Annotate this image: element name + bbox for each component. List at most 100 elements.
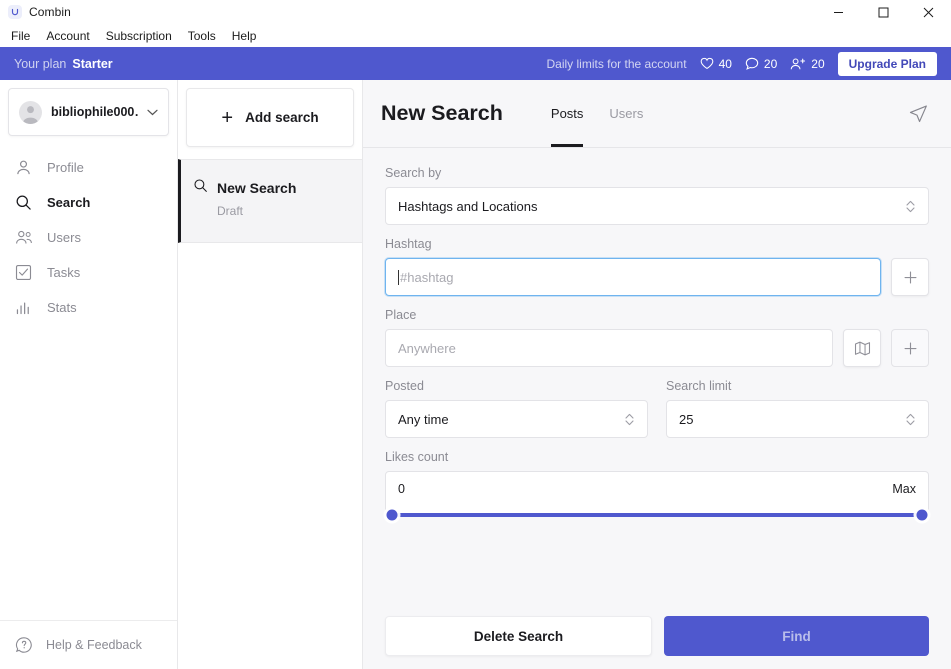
limit-comments: 20	[745, 57, 777, 71]
combin-logo-icon	[8, 5, 22, 19]
limit-likes-value: 40	[718, 56, 732, 71]
list-item[interactable]: New Search Draft	[178, 159, 362, 243]
menu-bar: File Account Subscription Tools Help	[0, 24, 951, 47]
add-search-label: Add search	[245, 110, 319, 125]
limit-likes: 40	[700, 57, 732, 71]
limit-follows-value: 20	[811, 56, 825, 71]
title-bar: Combin	[0, 0, 951, 24]
hashtag-placeholder: #hashtag	[400, 269, 454, 285]
search-item-title: New Search	[217, 180, 297, 196]
tab-users[interactable]: Users	[609, 80, 643, 147]
limit-comments-value: 20	[763, 56, 778, 71]
slider-end-labels: 0 Max	[398, 482, 916, 496]
likes-count-min: 0	[398, 482, 405, 496]
limit-follows: 20	[790, 56, 825, 71]
search-icon	[14, 193, 33, 212]
posted-select[interactable]: Any time	[385, 400, 648, 438]
main-header: New Search Posts Users	[363, 80, 951, 148]
sidebar-item-users[interactable]: Users	[0, 220, 177, 255]
likes-count-slider[interactable]: 0 Max	[385, 471, 929, 521]
slider-handle-max[interactable]	[916, 509, 928, 521]
search-item-header: New Search	[193, 178, 350, 198]
posted-label: Posted	[385, 379, 424, 393]
menu-item-account[interactable]: Account	[38, 27, 97, 45]
field-search-limit: Search limit 25	[666, 379, 929, 438]
account-name: bibliophile000…	[51, 105, 138, 119]
hashtag-label: Hashtag	[385, 237, 432, 251]
map-picker-button[interactable]	[843, 329, 881, 367]
place-label: Place	[385, 308, 417, 322]
search-by-select[interactable]: Hashtags and Locations	[385, 187, 929, 225]
hashtag-input[interactable]: #hashtag	[385, 258, 881, 296]
combin-app-window: Combin File Account Subscription Tools H…	[0, 0, 951, 669]
field-posted: Posted Any time	[385, 379, 648, 438]
slider-track[interactable]	[386, 509, 928, 521]
comment-icon	[745, 57, 759, 71]
delete-search-button[interactable]: Delete Search	[385, 616, 652, 656]
plus-icon	[904, 342, 916, 354]
chevron-down-icon[interactable]	[147, 103, 158, 121]
plan-info: Your plan Starter	[14, 57, 113, 71]
chevron-updown-icon	[905, 199, 916, 214]
maximize-icon[interactable]	[861, 0, 906, 24]
likes-count-max: Max	[892, 482, 916, 496]
search-by-label: Search by	[385, 166, 442, 180]
field-likes-count: Likes count 0 Max	[385, 450, 929, 521]
text-caret	[398, 269, 399, 285]
search-form: Search by Hashtags and Locations Hashtag	[363, 148, 951, 602]
tab-posts[interactable]: Posts	[550, 80, 584, 147]
find-button[interactable]: Find	[664, 616, 929, 656]
menu-item-help[interactable]: Help	[224, 27, 265, 45]
slider-handle-min[interactable]	[386, 509, 398, 521]
minimize-icon[interactable]	[816, 0, 861, 24]
upgrade-plan-button[interactable]: Upgrade Plan	[837, 51, 937, 76]
sidebar-item-search[interactable]: Search	[0, 185, 177, 220]
plan-bar: Your plan Starter Daily limits for the a…	[0, 47, 951, 80]
add-place-button[interactable]	[891, 329, 929, 367]
add-search-button[interactable]: + Add search	[186, 88, 354, 147]
sidebar-item-stats[interactable]: Stats	[0, 290, 177, 325]
field-search-by: Search by Hashtags and Locations	[385, 166, 929, 225]
add-hashtag-button[interactable]	[891, 258, 929, 296]
form-actions: Delete Search Find	[363, 602, 951, 669]
sidebar-item-users-label: Users	[47, 230, 81, 245]
limit-group: 40 20 20	[700, 57, 825, 71]
plus-icon: +	[221, 106, 234, 129]
likes-count-label: Likes count	[385, 450, 449, 464]
plan-label: Your plan	[14, 56, 67, 71]
follow-user-icon	[790, 57, 806, 71]
app-body: bibliophile000… Profile Search Users Tas…	[0, 80, 951, 669]
posted-value: Any time	[398, 411, 449, 427]
users-icon	[14, 228, 33, 247]
daily-limits: Daily limits for the account 40 20 20 Up…	[546, 51, 937, 76]
search-limit-stepper[interactable]: 25	[666, 400, 929, 438]
page-title: New Search	[381, 101, 503, 125]
account-selector[interactable]: bibliophile000…	[8, 88, 169, 136]
profile-icon	[14, 158, 33, 177]
sidebar-item-tasks[interactable]: Tasks	[0, 255, 177, 290]
heart-icon	[700, 57, 714, 70]
place-placeholder: Anywhere	[398, 340, 456, 356]
field-hashtag: Hashtag #hashtag	[385, 237, 929, 296]
posted-limit-row: Posted Any time Search limit 25	[385, 379, 929, 450]
sidebar-item-profile[interactable]: Profile	[0, 150, 177, 185]
plus-icon	[904, 271, 916, 283]
window-controls	[816, 0, 951, 24]
menu-item-subscription[interactable]: Subscription	[98, 27, 180, 45]
close-icon[interactable]	[906, 0, 951, 24]
chevron-updown-icon	[624, 412, 635, 427]
avatar-icon	[19, 100, 42, 124]
menu-item-tools[interactable]: Tools	[180, 27, 224, 45]
stats-icon	[14, 298, 33, 317]
send-icon[interactable]	[908, 103, 929, 124]
daily-limits-label: Daily limits for the account	[546, 56, 687, 71]
sidebar-item-tasks-label: Tasks	[47, 265, 81, 280]
help-and-feedback-item[interactable]: Help & Feedback	[0, 620, 177, 669]
search-list-panel: + Add search New Search Draft	[178, 80, 363, 669]
title-bar-left: Combin	[0, 5, 71, 19]
chevron-updown-icon	[905, 412, 916, 427]
place-input[interactable]: Anywhere	[385, 329, 833, 367]
menu-item-file[interactable]: File	[3, 27, 38, 45]
plan-name: Starter	[72, 56, 113, 71]
